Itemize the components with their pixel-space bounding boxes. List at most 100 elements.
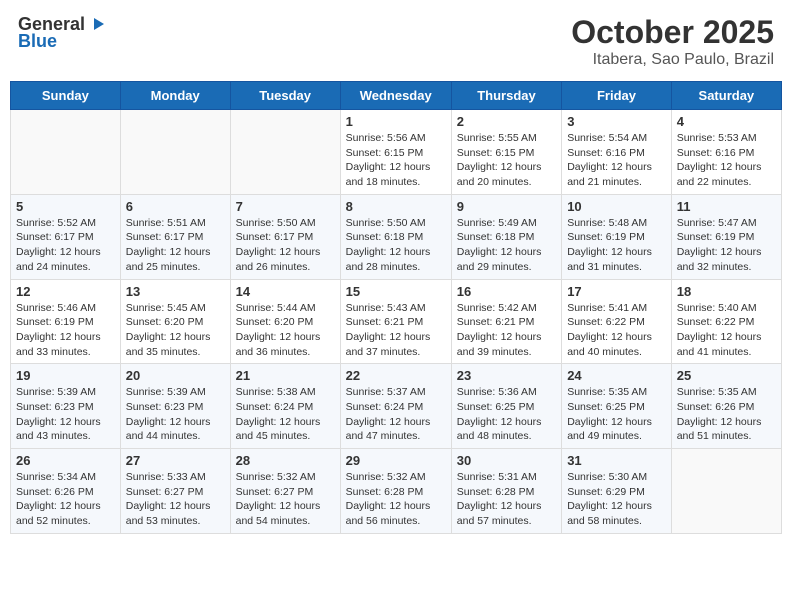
day-number: 18 [677, 284, 776, 299]
calendar-cell: 13 Sunrise: 5:45 AMSunset: 6:20 PMDayligh… [120, 279, 230, 364]
weekday-header-row: SundayMondayTuesdayWednesdayThursdayFrid… [11, 82, 782, 110]
day-info: Sunrise: 5:38 AMSunset: 6:24 PMDaylight:… [236, 385, 335, 444]
day-number: 13 [126, 284, 225, 299]
calendar-cell: 25 Sunrise: 5:35 AMSunset: 6:26 PMDayligh… [671, 364, 781, 449]
calendar-table: SundayMondayTuesdayWednesdayThursdayFrid… [10, 81, 782, 534]
logo-arrow-icon [86, 14, 106, 34]
calendar-cell: 16 Sunrise: 5:42 AMSunset: 6:21 PMDayligh… [451, 279, 561, 364]
day-number: 12 [16, 284, 115, 299]
week-row-5: 26Sunrise: 5:34 AMSunset: 6:26 PMDayligh… [11, 449, 782, 534]
location-title: Itabera, Sao Paulo, Brazil [571, 51, 774, 69]
day-info: Sunrise: 5:53 AMSunset: 6:16 PMDaylight:… [677, 131, 776, 190]
weekday-header-friday: Friday [562, 82, 672, 110]
day-info: Sunrise: 5:48 AMSunset: 6:19 PMDaylight:… [567, 216, 666, 275]
day-info: Sunrise: 5:56 AMSunset: 6:15 PMDaylight:… [346, 131, 446, 190]
day-number: 9 [457, 199, 556, 214]
day-info: Sunrise: 5:31 AMSunset: 6:28 PMDaylight:… [457, 470, 556, 529]
day-info: Sunrise: 5:41 AMSunset: 6:22 PMDaylight:… [567, 301, 666, 360]
calendar-cell: 9 Sunrise: 5:49 AMSunset: 6:18 PMDaylight… [451, 194, 561, 279]
calendar-cell: 4Sunrise: 5:53 AMSunset: 6:16 PMDaylight… [671, 110, 781, 195]
day-info: Sunrise: 5:54 AMSunset: 6:16 PMDaylight:… [567, 131, 666, 190]
day-info: Sunrise: 5:49 AMSunset: 6:18 PMDaylight:… [457, 216, 556, 275]
calendar-cell: 8Sunrise: 5:50 AMSunset: 6:18 PMDaylight… [340, 194, 451, 279]
calendar-cell: 14Sunrise: 5:44 AMSunset: 6:20 PMDayligh… [230, 279, 340, 364]
logo: General Blue [18, 14, 106, 52]
calendar-cell: 27 Sunrise: 5:33 AMSunset: 6:27 PMDayligh… [120, 449, 230, 534]
day-info: Sunrise: 5:32 AMSunset: 6:27 PMDaylight:… [236, 470, 335, 529]
day-info: Sunrise: 5:35 AMSunset: 6:26 PMDaylight:… [677, 385, 776, 444]
day-info: Sunrise: 5:55 AMSunset: 6:15 PMDaylight:… [457, 131, 556, 190]
calendar-cell: 30Sunrise: 5:31 AMSunset: 6:28 PMDayligh… [451, 449, 561, 534]
calendar-cell: 22Sunrise: 5:37 AMSunset: 6:24 PMDayligh… [340, 364, 451, 449]
week-row-4: 19 Sunrise: 5:39 AMSunset: 6:23 PMDayligh… [11, 364, 782, 449]
day-number: 28 [236, 453, 335, 468]
day-number: 29 [346, 453, 446, 468]
calendar-cell: 29 Sunrise: 5:32 AMSunset: 6:28 PMDayligh… [340, 449, 451, 534]
calendar-cell [230, 110, 340, 195]
day-number: 19 [16, 368, 115, 383]
calendar-cell: 7Sunrise: 5:50 AMSunset: 6:17 PMDaylight… [230, 194, 340, 279]
day-info: Sunrise: 5:52 AMSunset: 6:17 PMDaylight:… [16, 216, 115, 275]
calendar-cell: 2 Sunrise: 5:55 AMSunset: 6:15 PMDaylight… [451, 110, 561, 195]
week-row-2: 5 Sunrise: 5:52 AMSunset: 6:17 PMDaylight… [11, 194, 782, 279]
calendar-cell: 26Sunrise: 5:34 AMSunset: 6:26 PMDayligh… [11, 449, 121, 534]
day-number: 24 [567, 368, 666, 383]
calendar-cell [120, 110, 230, 195]
title-area: October 2025 Itabera, Sao Paulo, Brazil [571, 14, 774, 69]
calendar-cell: 21Sunrise: 5:38 AMSunset: 6:24 PMDayligh… [230, 364, 340, 449]
day-info: Sunrise: 5:42 AMSunset: 6:21 PMDaylight:… [457, 301, 556, 360]
day-number: 22 [346, 368, 446, 383]
calendar-cell: 11Sunrise: 5:47 AMSunset: 6:19 PMDayligh… [671, 194, 781, 279]
day-number: 17 [567, 284, 666, 299]
day-number: 23 [457, 368, 556, 383]
day-info: Sunrise: 5:50 AMSunset: 6:17 PMDaylight:… [236, 216, 335, 275]
day-number: 2 [457, 114, 556, 129]
calendar-cell: 31 Sunrise: 5:30 AMSunset: 6:29 PMDayligh… [562, 449, 672, 534]
weekday-header-sunday: Sunday [11, 82, 121, 110]
calendar-cell: 23 Sunrise: 5:36 AMSunset: 6:25 PMDayligh… [451, 364, 561, 449]
logo-blue: Blue [18, 31, 57, 52]
month-title: October 2025 [571, 14, 774, 51]
calendar-cell: 5 Sunrise: 5:52 AMSunset: 6:17 PMDaylight… [11, 194, 121, 279]
calendar-cell: 15 Sunrise: 5:43 AMSunset: 6:21 PMDayligh… [340, 279, 451, 364]
day-number: 25 [677, 368, 776, 383]
day-info: Sunrise: 5:33 AMSunset: 6:27 PMDaylight:… [126, 470, 225, 529]
week-row-3: 12 Sunrise: 5:46 AMSunset: 6:19 PMDayligh… [11, 279, 782, 364]
day-info: Sunrise: 5:39 AMSunset: 6:23 PMDaylight:… [126, 385, 225, 444]
calendar-cell: 12 Sunrise: 5:46 AMSunset: 6:19 PMDayligh… [11, 279, 121, 364]
day-number: 15 [346, 284, 446, 299]
calendar-cell: 3 Sunrise: 5:54 AMSunset: 6:16 PMDaylight… [562, 110, 672, 195]
weekday-header-thursday: Thursday [451, 82, 561, 110]
day-number: 31 [567, 453, 666, 468]
calendar-cell: 17 Sunrise: 5:41 AMSunset: 6:22 PMDayligh… [562, 279, 672, 364]
day-info: Sunrise: 5:51 AMSunset: 6:17 PMDaylight:… [126, 216, 225, 275]
day-info: Sunrise: 5:44 AMSunset: 6:20 PMDaylight:… [236, 301, 335, 360]
header: General Blue October 2025 Itabera, Sao P… [10, 10, 782, 73]
calendar-cell [11, 110, 121, 195]
weekday-header-wednesday: Wednesday [340, 82, 451, 110]
day-number: 27 [126, 453, 225, 468]
calendar-cell: 28 Sunrise: 5:32 AMSunset: 6:27 PMDayligh… [230, 449, 340, 534]
day-number: 3 [567, 114, 666, 129]
calendar-cell: 19 Sunrise: 5:39 AMSunset: 6:23 PMDayligh… [11, 364, 121, 449]
day-number: 1 [346, 114, 446, 129]
week-row-1: 1 Sunrise: 5:56 AMSunset: 6:15 PMDaylight… [11, 110, 782, 195]
calendar-cell: 1 Sunrise: 5:56 AMSunset: 6:15 PMDaylight… [340, 110, 451, 195]
day-number: 8 [346, 199, 446, 214]
day-info: Sunrise: 5:45 AMSunset: 6:20 PMDaylight:… [126, 301, 225, 360]
day-info: Sunrise: 5:43 AMSunset: 6:21 PMDaylight:… [346, 301, 446, 360]
day-info: Sunrise: 5:35 AMSunset: 6:25 PMDaylight:… [567, 385, 666, 444]
calendar-cell: 20Sunrise: 5:39 AMSunset: 6:23 PMDayligh… [120, 364, 230, 449]
day-number: 5 [16, 199, 115, 214]
calendar-cell: 24 Sunrise: 5:35 AMSunset: 6:25 PMDayligh… [562, 364, 672, 449]
day-info: Sunrise: 5:36 AMSunset: 6:25 PMDaylight:… [457, 385, 556, 444]
day-number: 10 [567, 199, 666, 214]
day-info: Sunrise: 5:40 AMSunset: 6:22 PMDaylight:… [677, 301, 776, 360]
day-info: Sunrise: 5:34 AMSunset: 6:26 PMDaylight:… [16, 470, 115, 529]
day-info: Sunrise: 5:32 AMSunset: 6:28 PMDaylight:… [346, 470, 446, 529]
day-number: 16 [457, 284, 556, 299]
day-info: Sunrise: 5:46 AMSunset: 6:19 PMDaylight:… [16, 301, 115, 360]
calendar-cell: 10 Sunrise: 5:48 AMSunset: 6:19 PMDayligh… [562, 194, 672, 279]
day-info: Sunrise: 5:39 AMSunset: 6:23 PMDaylight:… [16, 385, 115, 444]
day-info: Sunrise: 5:30 AMSunset: 6:29 PMDaylight:… [567, 470, 666, 529]
